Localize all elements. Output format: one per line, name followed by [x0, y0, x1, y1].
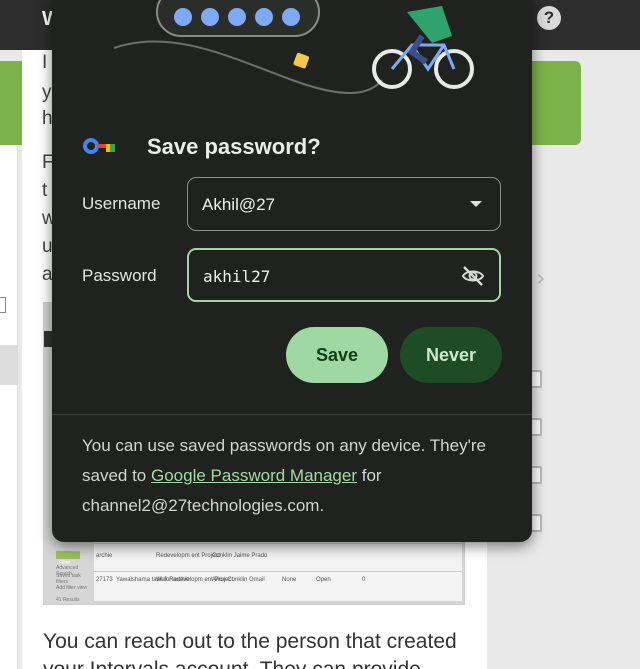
- dialog-illustration: [113, 0, 474, 94]
- help-icon[interactable]: ?: [537, 6, 561, 30]
- table-cell: None: [282, 577, 297, 583]
- article-text-fragment: a: [42, 264, 53, 285]
- sidebar-file-icon[interactable]: [0, 297, 6, 313]
- screenshot-sidebar: Filter Advanced Search Saved task filter…: [52, 551, 92, 603]
- table-cell: Conklin Jaime Prado: [212, 553, 268, 559]
- table-cell: archie: [96, 553, 113, 559]
- username-label: Username: [82, 194, 161, 213]
- article-text-fragment: y: [42, 82, 52, 103]
- username-dropdown[interactable]: Akhil@27: [187, 177, 501, 231]
- table-cell: Arice Conklin Gmail: [212, 577, 265, 583]
- dropdown-caret-icon[interactable]: [470, 201, 482, 207]
- table-divider: [94, 543, 462, 544]
- visibility-off-icon[interactable]: [461, 264, 485, 288]
- dialog-divider: [52, 414, 532, 415]
- article-paragraph-line: your Intervals account. They can provide: [43, 656, 457, 669]
- google-key-icon: [83, 138, 115, 154]
- article-text-fragment: h: [42, 108, 53, 129]
- save-password-dialog: Save password? Username Akhil@27 Passwor…: [52, 0, 532, 542]
- table-cell: 27173: [96, 577, 113, 583]
- chevron-right-icon[interactable]: ›: [536, 264, 546, 292]
- sidebar-selected-item[interactable]: [0, 345, 18, 385]
- username-value: Akhil@27: [202, 195, 276, 214]
- article-text-fragment: I: [42, 52, 48, 73]
- left-sidebar: [0, 145, 18, 669]
- dialog-title: Save password?: [147, 134, 321, 159]
- save-button[interactable]: Save: [286, 327, 388, 383]
- password-value: akhil27: [203, 267, 271, 286]
- dialog-footer-text: You can use saved passwords on any devic…: [82, 431, 512, 521]
- password-manager-link[interactable]: Google Password Manager: [151, 466, 357, 485]
- article-text-fragment: t: [42, 180, 48, 201]
- table-divider: [94, 571, 462, 572]
- screenshot-sidebar-link: Saved task filters: [56, 573, 81, 585]
- screenshot-filter-button: Filter: [56, 551, 80, 566]
- screenshot-table: archie Redevelopm ent Project Conklin Ja…: [94, 541, 462, 601]
- password-field[interactable]: akhil27: [187, 248, 501, 302]
- never-button[interactable]: Never: [400, 327, 502, 383]
- article-paragraph-line: You can reach out to the person that cre…: [43, 630, 457, 653]
- password-label: Password: [82, 266, 157, 285]
- table-cell: Redevelopm ent Project: [156, 553, 221, 559]
- table-cell: Open: [316, 577, 331, 583]
- screenshot-sidebar-link: 41 Results: [56, 597, 80, 603]
- article-paragraph: You can reach out to the person that cre…: [43, 628, 457, 669]
- table-cell: 0: [362, 577, 366, 583]
- screenshot-sidebar-link: Add filter view: [56, 585, 88, 591]
- article-text-fragment: u: [42, 236, 53, 257]
